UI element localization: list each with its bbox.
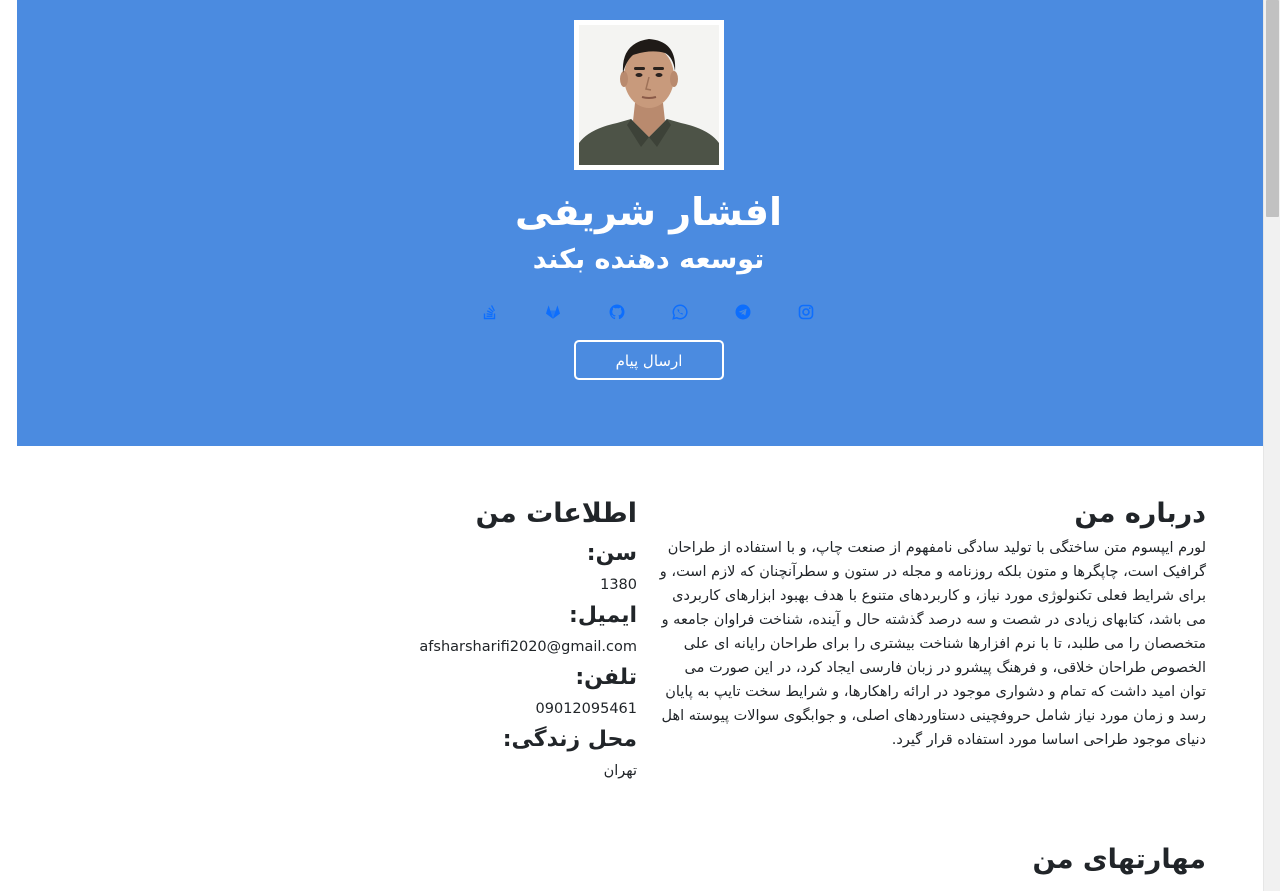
phone-value: 09012095461: [535, 701, 637, 717]
location-value: تهران: [603, 763, 637, 779]
hero-name: افشار شریفی: [514, 190, 783, 234]
stackoverflow-icon: [483, 305, 496, 320]
social-links: [17, 302, 1280, 322]
phone-label: تلفن:: [575, 665, 637, 690]
profile-photo-image: [579, 25, 719, 165]
instagram-link[interactable]: [796, 302, 816, 322]
github-link[interactable]: [607, 302, 627, 322]
scrollbar-thumb[interactable]: [1266, 0, 1279, 217]
telegram-link[interactable]: [733, 302, 753, 322]
whatsapp-icon: [672, 304, 688, 320]
instagram-icon: [798, 304, 814, 320]
about-title: درباره من: [1074, 498, 1206, 529]
gitlab-icon: [546, 305, 560, 319]
info-title: اطلاعات من: [475, 498, 637, 529]
skills-title: مهارتهای من: [1032, 844, 1206, 875]
email-value: afsharsharifi2020@gmail.com: [419, 639, 637, 655]
whatsapp-link[interactable]: [670, 302, 690, 322]
about-section: درباره من لورم ایپسوم متن ساختگی با تولی…: [657, 494, 1206, 752]
age-label: سن:: [586, 541, 637, 566]
stackoverflow-link[interactable]: [480, 302, 500, 322]
hero-section: افشار شریفی توسعه دهنده بکند ارسال پیام: [17, 0, 1280, 446]
profile-photo: [574, 20, 724, 170]
email-label: ایمیل:: [569, 603, 637, 628]
vertical-scrollbar[interactable]: [1263, 0, 1280, 891]
telegram-icon: [735, 304, 751, 320]
page: افشار شریفی توسعه دهنده بکند ارسال پیام …: [17, 0, 1280, 891]
github-icon: [609, 304, 625, 320]
info-section: اطلاعات من سن: 1380 ایمیل: afsharsharifi…: [317, 494, 637, 783]
hero-role: توسعه دهنده بکند: [532, 244, 765, 275]
about-text: لورم ایپسوم متن ساختگی با تولید سادگی نا…: [659, 540, 1206, 748]
location-label: محل زندگی:: [502, 727, 637, 752]
skills-section: مهارتهای من: [657, 840, 1206, 880]
age-value: 1380: [600, 577, 637, 593]
send-message-button[interactable]: ارسال پیام: [574, 340, 724, 380]
gitlab-link[interactable]: [543, 302, 563, 322]
